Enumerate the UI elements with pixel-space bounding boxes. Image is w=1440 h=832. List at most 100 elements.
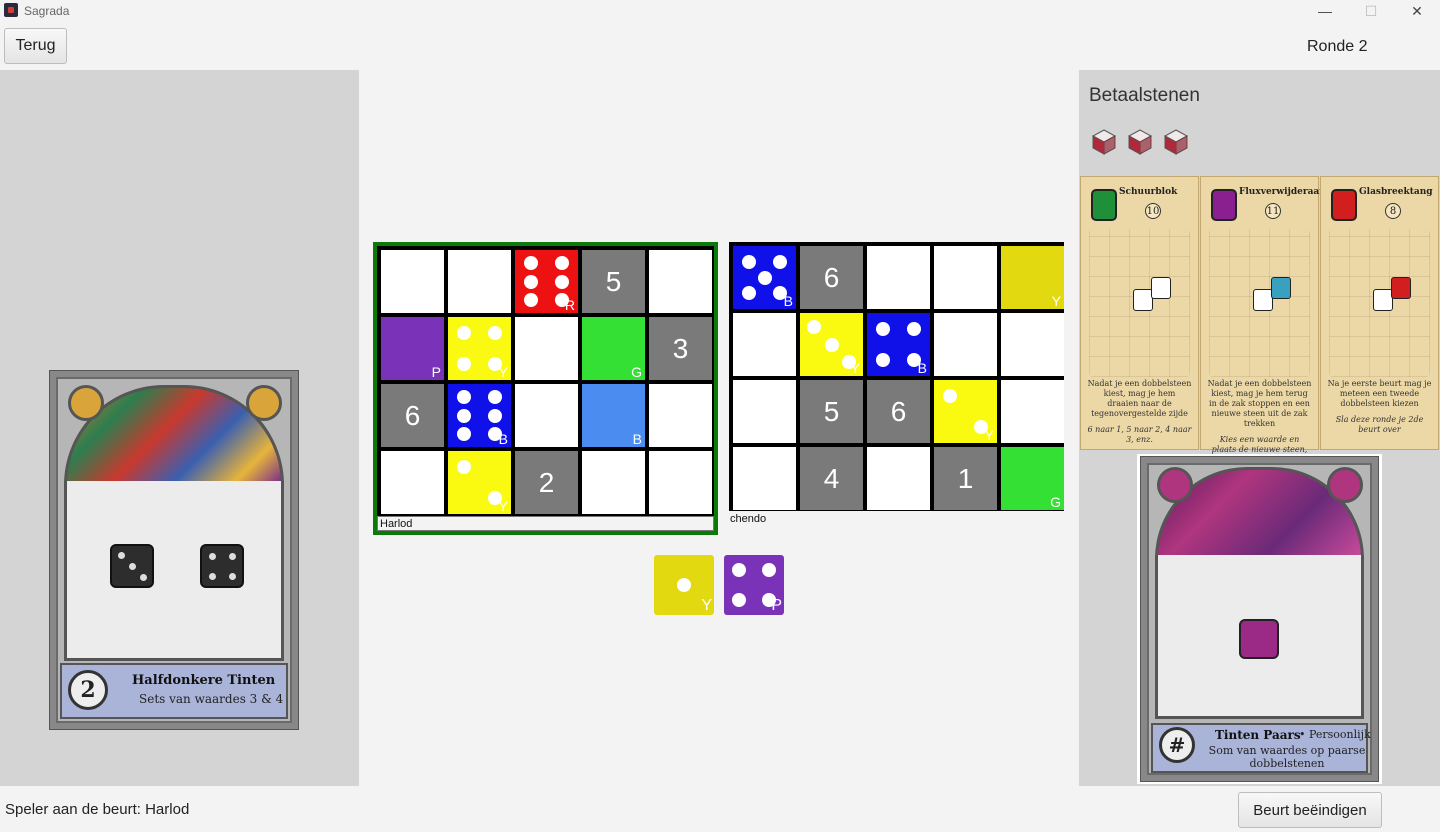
window-cell[interactable]: Y — [1001, 246, 1064, 309]
close-button[interactable]: ✕ — [1394, 0, 1440, 22]
public-objective-card[interactable]: 2 Halfdonkere Tinten Sets van waardes 3 … — [49, 370, 299, 730]
tool-description-main: Na je eerste beurt mag je meteen een twe… — [1327, 379, 1432, 408]
placed-die-cell[interactable]: Y — [448, 451, 511, 514]
die-pip — [741, 286, 756, 301]
cell-color-label: G — [1050, 494, 1061, 510]
window-cell[interactable] — [515, 384, 578, 447]
tool-illustration — [1209, 229, 1310, 377]
title-bar: Sagrada — ☐ ✕ — [0, 0, 1440, 22]
window-cell[interactable] — [867, 246, 930, 309]
tool-title: Glasbreektang — [1359, 187, 1433, 197]
die-illustration-icon — [1373, 289, 1393, 311]
placed-die-cell[interactable]: B — [867, 313, 930, 376]
window-cell[interactable] — [934, 313, 997, 376]
value-restriction-cell[interactable]: 1 — [934, 447, 997, 510]
cell-color-label: Y — [498, 498, 508, 514]
tool-card[interactable]: Fluxverwijderaar 11 Nadat je een dobbels… — [1200, 176, 1324, 464]
die-pip — [907, 321, 922, 336]
cell-color-label: P — [431, 364, 441, 380]
window-cell[interactable] — [934, 246, 997, 309]
window-cell[interactable] — [649, 451, 712, 514]
window-cell[interactable] — [649, 384, 712, 447]
value-restriction-cell[interactable]: 6 — [867, 380, 930, 443]
value-restriction-cell[interactable]: 6 — [800, 246, 863, 309]
die-illustration-icon — [1271, 277, 1291, 299]
draft-die[interactable]: Y — [654, 555, 714, 615]
window-cell[interactable] — [582, 451, 645, 514]
tool-card[interactable]: Glasbreektang 8 Na je eerste beurt mag j… — [1320, 176, 1439, 450]
medal-left-icon — [68, 385, 104, 421]
back-button[interactable]: Terug — [4, 28, 67, 64]
die-pip — [456, 427, 471, 442]
placed-die-cell[interactable]: B — [733, 246, 796, 309]
value-restriction-cell[interactable]: 5 — [582, 250, 645, 313]
window-cell[interactable] — [733, 380, 796, 443]
medal-right-icon — [246, 385, 282, 421]
value-restriction-cell[interactable]: 4 — [800, 447, 863, 510]
placed-die-cell[interactable]: Y — [934, 380, 997, 443]
die-pip — [762, 563, 776, 577]
die-three-icon — [110, 544, 154, 588]
window-grid: B 6 Y Y B 5 6 Y 4 1 G — [729, 242, 1064, 511]
cell-color-label: R — [564, 297, 575, 313]
end-turn-button[interactable]: Beurt beëindigen — [1238, 792, 1382, 828]
private-objective-card[interactable]: # Tinten Paars • Persoonlijk Som van waa… — [1137, 454, 1382, 784]
die-pip — [757, 270, 772, 285]
cell-color-label: B — [783, 293, 793, 309]
window-cell[interactable]: G — [582, 317, 645, 380]
die-pip — [942, 388, 957, 403]
window-cell[interactable] — [867, 447, 930, 510]
value-restriction-cell[interactable]: 2 — [515, 451, 578, 514]
window-cell[interactable] — [733, 447, 796, 510]
purple-die-icon — [1239, 619, 1279, 659]
hash-icon: # — [1159, 727, 1195, 763]
value-restriction-cell[interactable]: 6 — [381, 384, 444, 447]
window-cell[interactable] — [1001, 313, 1064, 376]
cell-value: 6 — [823, 261, 840, 293]
public-objective-panel: 2 Halfdonkere Tinten Sets van waardes 3 … — [0, 70, 359, 786]
tool-card[interactable]: Schuurblok 10 Nadat je een dobbelsteen k… — [1080, 176, 1199, 450]
tool-color-swatch — [1091, 189, 1117, 221]
placed-die-cell[interactable]: B — [448, 384, 511, 447]
app-window: Sagrada — ☐ ✕ Terug Ronde 2 2 Halfdonker… — [0, 0, 1440, 832]
tool-description-note: 6 naar 1, 5 naar 2, 4 naar 3, enz. — [1087, 425, 1192, 444]
placed-die-cell[interactable]: R — [515, 250, 578, 313]
die-pip — [456, 408, 471, 423]
tool-description-main: Nadat je een dobbelsteen kiest, mag je h… — [1207, 379, 1312, 428]
die-pip — [732, 593, 746, 607]
die-four-icon — [200, 544, 244, 588]
cell-color-label: G — [631, 364, 642, 380]
die-pip — [456, 459, 471, 474]
draft-die[interactable]: P — [724, 555, 784, 615]
cell-value: 1 — [957, 462, 974, 494]
minimize-button[interactable]: — — [1302, 0, 1348, 22]
window-cell[interactable]: G — [1001, 447, 1064, 510]
die-pip — [488, 389, 503, 404]
objective-points-badge: 2 — [68, 670, 108, 710]
value-restriction-cell[interactable]: 3 — [649, 317, 712, 380]
window-cell[interactable]: P — [381, 317, 444, 380]
tool-illustration — [1329, 229, 1430, 377]
window-cell[interactable]: B — [582, 384, 645, 447]
tool-cost: 8 — [1385, 203, 1401, 219]
board-harlod: R 5 P Y G 3 6 B B Y 2 Harlod — [373, 242, 718, 535]
private-objective-title: Tinten Paars — [1215, 728, 1301, 742]
die-pip — [488, 325, 503, 340]
cell-color-label: B — [498, 431, 508, 447]
window-cell[interactable] — [381, 250, 444, 313]
tool-title: Fluxverwijderaar — [1239, 187, 1325, 197]
placed-die-cell[interactable]: Y — [448, 317, 511, 380]
maximize-button[interactable]: ☐ — [1348, 0, 1394, 22]
medal-right-icon — [1327, 467, 1363, 503]
window-cell[interactable] — [1001, 380, 1064, 443]
window-cell[interactable] — [381, 451, 444, 514]
value-restriction-cell[interactable]: 5 — [800, 380, 863, 443]
window-cell[interactable] — [649, 250, 712, 313]
window-cell[interactable] — [448, 250, 511, 313]
window-cell[interactable] — [733, 313, 796, 376]
tool-description: Nadat je een dobbelsteen kiest, mag je h… — [1087, 379, 1192, 445]
cell-value: 5 — [823, 395, 840, 427]
window-cell[interactable] — [515, 317, 578, 380]
tool-description-note: Sla deze ronde je 2de beurt over — [1335, 415, 1424, 434]
placed-die-cell[interactable]: Y — [800, 313, 863, 376]
